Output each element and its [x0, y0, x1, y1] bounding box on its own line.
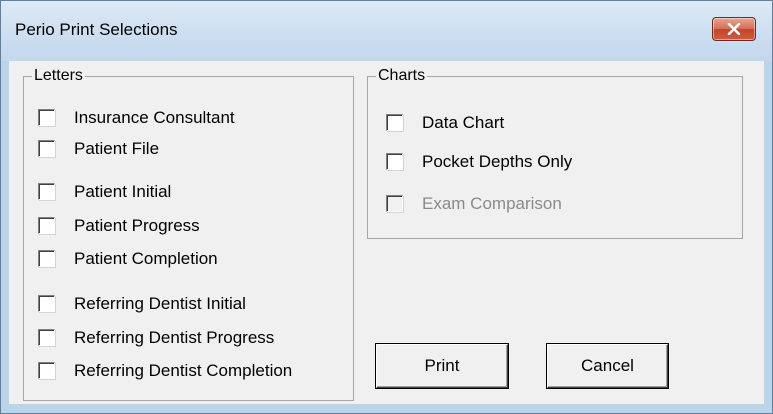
- letters-group: Letters Insurance Consultant Patient Fil…: [23, 66, 354, 401]
- charts-group: Charts Data Chart Pocket Depths Only Exa…: [367, 66, 743, 239]
- checkbox-label: Data Chart: [422, 113, 505, 132]
- print-button-label: Print: [424, 356, 460, 375]
- checkbox-box: [386, 195, 403, 212]
- checkbox-label: Pocket Depths Only: [422, 152, 573, 171]
- window-title: Perio Print Selections: [15, 20, 178, 39]
- checkbox-box[interactable]: [386, 114, 403, 131]
- checkbox-label: Patient Completion: [74, 249, 218, 268]
- title-bar[interactable]: Perio Print Selections: [1, 1, 772, 61]
- checkbox-label: Insurance Consultant: [74, 108, 235, 127]
- close-icon: [727, 23, 741, 35]
- charts-legend: Charts: [376, 66, 428, 86]
- checkbox-label: Patient File: [74, 139, 160, 158]
- checkbox-box[interactable]: [38, 140, 55, 157]
- checkbox-box[interactable]: [38, 362, 55, 379]
- checkbox-box[interactable]: [38, 329, 55, 346]
- checkbox-box[interactable]: [38, 217, 55, 234]
- checkbox-label: Referring Dentist Progress: [74, 328, 275, 347]
- dialog-content: Letters Insurance Consultant Patient Fil…: [9, 61, 764, 404]
- checkbox-label: Patient Initial: [74, 182, 172, 201]
- checkbox-label: Exam Comparison: [422, 194, 562, 213]
- checkbox-box[interactable]: [38, 295, 55, 312]
- checkbox-box[interactable]: [38, 109, 55, 126]
- checkbox-box[interactable]: [38, 183, 55, 200]
- letters-legend: Letters: [32, 66, 85, 86]
- checkbox-box[interactable]: [38, 250, 55, 267]
- dialog-window: Perio Print Selections Letters Insurance…: [0, 0, 773, 414]
- checkbox-label: Referring Dentist Completion: [74, 361, 293, 380]
- checkbox-label: Referring Dentist Initial: [74, 294, 246, 313]
- close-button[interactable]: [712, 17, 756, 41]
- cancel-button-label: Cancel: [581, 356, 634, 375]
- print-button[interactable]: Print: [376, 344, 508, 388]
- checkbox-label: Patient Progress: [74, 216, 200, 235]
- checkbox-box[interactable]: [386, 153, 403, 170]
- cancel-button[interactable]: Cancel: [547, 344, 668, 388]
